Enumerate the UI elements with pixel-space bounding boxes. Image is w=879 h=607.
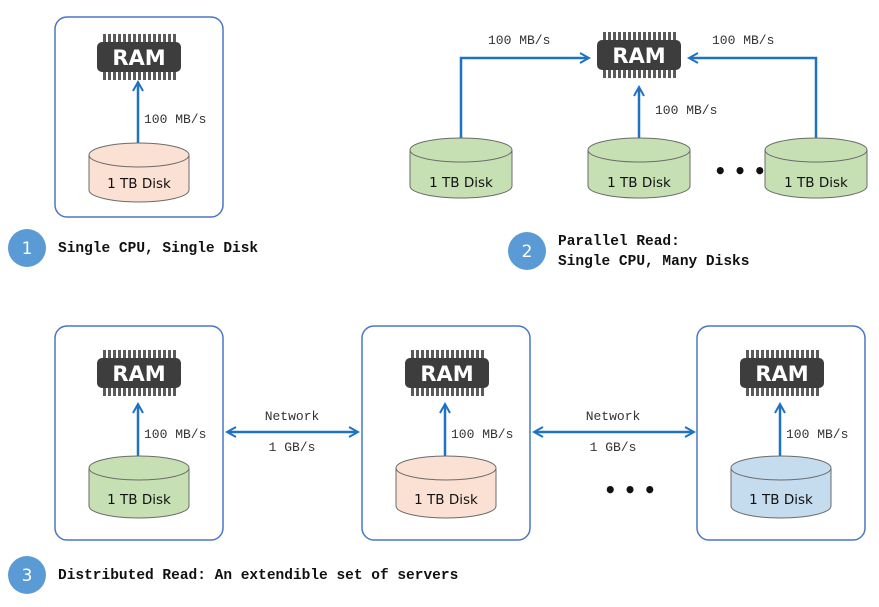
right-speed-label: 100 MB/s <box>712 33 774 48</box>
ram-chip-icon: RAM <box>740 350 824 396</box>
diagram-canvas: RAM 100 MB/s 1 TB Disk 1 Single CPU, Sin… <box>8 16 868 594</box>
network-label: Network <box>265 409 320 424</box>
read-speed-label: 100 MB/s <box>786 427 848 442</box>
disk-icon: 1 TB Disk <box>587 137 691 199</box>
ram-label: RAM <box>612 44 665 68</box>
left-speed-label: 100 MB/s <box>488 33 550 48</box>
disk-label: 1 TB Disk <box>107 176 171 192</box>
ram-chip-icon: RAM <box>405 350 489 396</box>
network-label: Network <box>586 409 641 424</box>
read-speed-label: 100 MB/s <box>144 427 206 442</box>
disk-icon: 1 TB Disk <box>88 455 190 519</box>
server-1: RAM 100 MB/s 1 TB Disk <box>54 325 224 541</box>
more-disks-ellipsis: • • • <box>714 159 766 183</box>
section-1-single-cpu-single-disk: RAM 100 MB/s 1 TB Disk 1 Single CPU, Sin… <box>8 16 258 267</box>
disk-label: 1 TB Disk <box>414 492 478 508</box>
disk-icon: 1 TB Disk <box>88 142 190 203</box>
disk-label: 1 TB Disk <box>607 175 671 191</box>
section-2-parallel-read: RAM 100 MB/s 100 MB/s 100 MB/s 1 TB Disk… <box>409 32 868 270</box>
network-speed-label: 1 GB/s <box>590 440 637 455</box>
disk-label: 1 TB Disk <box>784 175 848 191</box>
disk-icon: 1 TB Disk <box>409 137 513 199</box>
section-1-caption: Single CPU, Single Disk <box>58 241 258 257</box>
read-speed-label: 100 MB/s <box>144 112 206 127</box>
disk-label: 1 TB Disk <box>107 492 171 508</box>
section-3-distributed-read: RAM 100 MB/s 1 TB Disk Network 1 GB/s RA… <box>8 325 866 594</box>
disk-right-to-ram-arrow <box>690 58 818 138</box>
disk-label: 1 TB Disk <box>429 175 493 191</box>
ram-chip-icon: RAM <box>97 350 181 396</box>
disk-icon: 1 TB Disk <box>730 455 832 519</box>
section-badge-3: 3 <box>8 556 46 594</box>
svg-text:1: 1 <box>22 239 33 259</box>
disk-label: 1 TB Disk <box>749 492 813 508</box>
section-badge-2: 2 <box>508 232 546 270</box>
disk-left-to-ram-arrow <box>459 58 588 138</box>
section-2-caption-line2: Single CPU, Many Disks <box>558 254 749 270</box>
ram-label: RAM <box>755 362 808 386</box>
server-2: RAM 100 MB/s 1 TB Disk <box>361 325 531 541</box>
section-2-caption-line1: Parallel Read: <box>558 234 680 250</box>
ram-label: RAM <box>420 362 473 386</box>
ram-label: RAM <box>112 46 165 70</box>
section-badge-1: 1 <box>8 229 46 267</box>
section-3-caption: Distributed Read: An extendible set of s… <box>58 568 458 584</box>
svg-text:2: 2 <box>522 242 533 262</box>
read-speed-label: 100 MB/s <box>451 427 513 442</box>
more-servers-ellipsis: • • • <box>604 478 656 502</box>
ram-label: RAM <box>112 362 165 386</box>
svg-text:3: 3 <box>22 566 33 586</box>
network-speed-label: 1 GB/s <box>269 440 316 455</box>
center-speed-label: 100 MB/s <box>655 103 717 118</box>
server-3: RAM 100 MB/s 1 TB Disk <box>696 325 866 541</box>
ram-chip-icon: RAM <box>597 32 681 78</box>
disk-icon: 1 TB Disk <box>764 137 868 199</box>
ram-chip-icon: RAM <box>97 34 181 80</box>
disk-icon: 1 TB Disk <box>395 455 497 519</box>
